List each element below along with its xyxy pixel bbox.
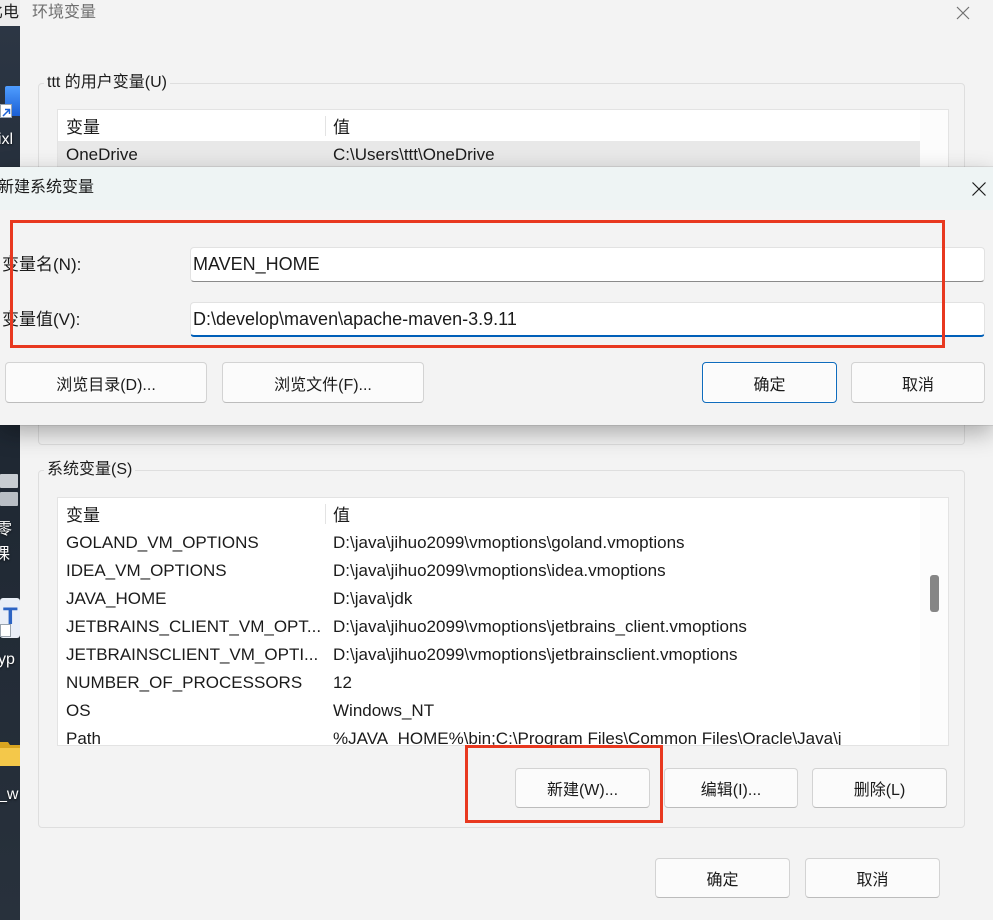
variable-name: JETBRAINSCLIENT_VM_OPTI...: [66, 645, 319, 664]
environment-variables-window: 环境变量 ttt 的用户变量(U) 变量 值 OneDrive C:\Users…: [20, 0, 993, 920]
column-header-value[interactable]: 值: [333, 110, 918, 141]
ok-button[interactable]: 确定: [655, 858, 790, 898]
table-row[interactable]: JAVA_HOME D:\java\jdk: [58, 585, 920, 613]
variable-name: GOLAND_VM_OPTIONS: [66, 533, 259, 552]
variable-value: D:\java\jdk: [333, 589, 413, 608]
desktop-shortcut-label[interactable]: _w: [0, 785, 18, 805]
system-variables-label: 系统变量(S): [44, 459, 136, 481]
list-header: 变量 值: [58, 498, 920, 529]
browse-file-button[interactable]: 浏览文件(F)...: [222, 362, 424, 403]
column-header-value[interactable]: 值: [333, 498, 918, 529]
scrollbar-thumb[interactable]: [930, 575, 939, 612]
variable-name: Path: [66, 729, 101, 745]
folder-icon[interactable]: [0, 738, 20, 768]
variable-value: D:\java\jihuo2099\vmoptions\idea.vmoptio…: [333, 561, 666, 580]
edit-system-variable-button[interactable]: 编辑(I)...: [664, 768, 798, 808]
variable-value: C:\Users\ttt\OneDrive: [333, 145, 495, 164]
ok-button[interactable]: 确定: [702, 362, 837, 403]
table-row[interactable]: JETBRAINSCLIENT_VM_OPTI... D:\java\jihuo…: [58, 641, 920, 669]
close-icon: [956, 6, 970, 20]
variable-value: D:\java\jihuo2099\vmoptions\jetbrainscli…: [333, 645, 738, 664]
variable-name: NUMBER_OF_PROCESSORS: [66, 673, 303, 692]
background-window-title: 比电: [0, 0, 20, 26]
column-header-variable[interactable]: 变量: [66, 498, 325, 529]
dialog-title: 新建系统变量: [0, 179, 95, 196]
system-variables-list[interactable]: 变量 值 GOLAND_VM_OPTIONS D:\java\jihuo2099…: [58, 498, 948, 745]
variable-value: %JAVA_HOME%\bin;C:\Program Files\Common …: [333, 729, 842, 745]
vertical-scrollbar[interactable]: [920, 498, 948, 745]
shortcut-arrow-icon: [0, 104, 12, 118]
table-row[interactable]: JETBRAINS_CLIENT_VM_OPT... D:\java\jihuo…: [58, 613, 920, 641]
close-button[interactable]: [949, 0, 977, 26]
column-divider[interactable]: [325, 504, 326, 524]
new-system-variable-dialog: 新建系统变量 变量名(N): 变量值(V): 浏览目录(D)... 浏览文件(F…: [0, 167, 993, 425]
background-window-title-text: 比电: [0, 4, 20, 21]
cancel-button[interactable]: 取消: [851, 362, 985, 403]
variable-name-input[interactable]: [190, 247, 985, 282]
dialog-titlebar[interactable]: [0, 167, 993, 210]
desktop-shortcut-label[interactable]: 零: [0, 520, 12, 540]
cancel-button[interactable]: 取消: [805, 858, 940, 898]
delete-system-variable-button[interactable]: 删除(L): [812, 768, 947, 808]
table-row[interactable]: GOLAND_VM_OPTIONS D:\java\jihuo2099\vmop…: [58, 529, 920, 557]
table-row[interactable]: Path %JAVA_HOME%\bin;C:\Program Files\Co…: [58, 725, 920, 745]
desktop-shortcut-label[interactable]: 课: [0, 545, 10, 565]
column-header-variable[interactable]: 变量: [66, 110, 325, 141]
variable-value: D:\java\jihuo2099\vmoptions\goland.vmopt…: [333, 533, 685, 552]
variable-name: JETBRAINS_CLIENT_VM_OPT...: [66, 617, 322, 636]
table-row[interactable]: OS Windows_NT: [58, 697, 920, 725]
list-header: 变量 值: [58, 110, 920, 141]
variable-value: D:\java\jihuo2099\vmoptions\jetbrains_cl…: [333, 617, 747, 636]
variable-value: 12: [333, 673, 352, 692]
variable-value-label: 变量值(V):: [2, 310, 81, 329]
variable-name-label: 变量名(N):: [2, 255, 82, 274]
variable-value-input[interactable]: [190, 302, 985, 337]
user-variables-label: ttt 的用户变量(U): [44, 72, 170, 94]
new-system-variable-button[interactable]: 新建(W)...: [515, 768, 650, 808]
desktop-shortcut-label[interactable]: yp: [0, 650, 15, 670]
variable-value: Windows_NT: [333, 701, 435, 720]
column-divider[interactable]: [325, 116, 326, 136]
variable-name: OneDrive: [66, 145, 138, 164]
variable-name: IDEA_VM_OPTIONS: [66, 561, 227, 580]
table-row[interactable]: IDEA_VM_OPTIONS D:\java\jihuo2099\vmopti…: [58, 557, 920, 585]
table-row[interactable]: OneDrive C:\Users\ttt\OneDrive: [58, 141, 920, 169]
desktop-shortcut-label[interactable]: ixl: [0, 130, 13, 150]
close-button[interactable]: [966, 175, 992, 203]
shortcut-arrow-icon: [2, 108, 11, 117]
close-icon: [972, 182, 986, 196]
window-title: 环境变量: [32, 4, 97, 21]
folder-icon: [0, 742, 20, 766]
document-icon[interactable]: [0, 492, 18, 506]
shortcut-arrow-icon: [0, 624, 11, 637]
desktop-background: 比电 ixl 零 课 T yp _w: [0, 0, 20, 920]
variable-name: JAVA_HOME: [66, 589, 167, 608]
variable-name: OS: [66, 701, 91, 720]
document-icon[interactable]: [0, 474, 18, 488]
table-row[interactable]: NUMBER_OF_PROCESSORS 12: [58, 669, 920, 697]
browse-directory-button[interactable]: 浏览目录(D)...: [5, 362, 207, 403]
